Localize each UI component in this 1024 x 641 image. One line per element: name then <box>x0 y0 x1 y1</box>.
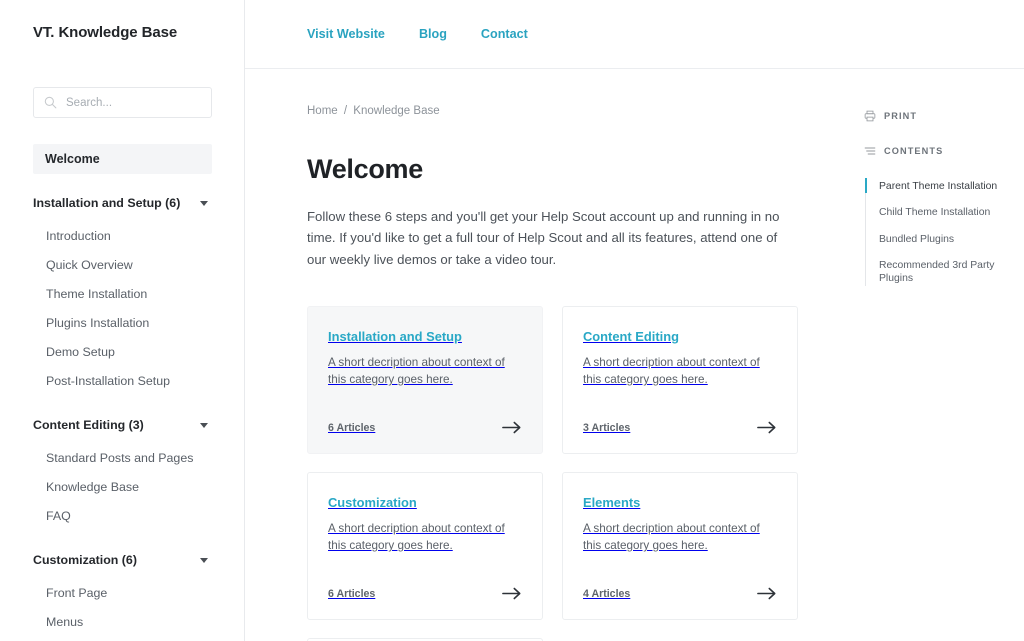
sidebar-group-label: Customization (6) <box>33 553 137 567</box>
chevron-down-icon[interactable] <box>200 557 208 563</box>
arrow-right-icon <box>502 421 521 434</box>
breadcrumb-current: Knowledge Base <box>353 105 440 117</box>
toc-item-recommended-3rd-party-plugins[interactable]: Recommended 3rd Party Plugins <box>866 259 1006 286</box>
body-area: Home / Knowledge Base Welcome Follow the… <box>245 69 1024 641</box>
sidebar-item-label: Welcome <box>45 152 100 166</box>
sidebar-item-front-page[interactable]: Front Page <box>0 579 244 608</box>
print-label: PRINT <box>884 111 918 121</box>
category-card-installation-and-setup[interactable]: Installation and Setup A short decriptio… <box>307 306 543 455</box>
chevron-down-icon[interactable] <box>200 422 208 428</box>
category-card-content-editing[interactable]: Content Editing A short decription about… <box>562 306 798 455</box>
search-container <box>33 87 212 118</box>
sidebar-group-label: Content Editing (3) <box>33 418 144 432</box>
sidebar-group-content-editing: Content Editing (3) Standard Posts and P… <box>0 418 244 531</box>
card-footer: 3 Articles <box>583 420 777 435</box>
sidebar-group-items: Front Page Menus Sidebars & Widgets Colo… <box>0 579 244 641</box>
sidebar-group-items: Standard Posts and Pages Knowledge Base … <box>0 444 244 531</box>
nav-link-blog[interactable]: Blog <box>419 27 447 41</box>
card-description: A short decription about context of this… <box>583 356 760 387</box>
category-card-grid: Installation and Setup A short decriptio… <box>307 306 802 641</box>
list-lines-icon <box>864 147 876 155</box>
sidebar-item-welcome[interactable]: Welcome <box>33 144 212 174</box>
contents-label: CONTENTS <box>884 146 944 156</box>
search-input[interactable] <box>66 96 201 109</box>
sidebar-group-header[interactable]: Customization (6) <box>0 553 244 567</box>
sidebar-item-theme-installation[interactable]: Theme Installation <box>0 280 244 309</box>
sidebar-item-plugins-installation[interactable]: Plugins Installation <box>0 309 244 338</box>
breadcrumb-home[interactable]: Home <box>307 105 338 117</box>
sidebar-item-menus[interactable]: Menus <box>0 608 244 637</box>
main-content: Home / Knowledge Base Welcome Follow the… <box>245 69 856 641</box>
sidebar-item-knowledge-base[interactable]: Knowledge Base <box>0 473 244 502</box>
card-article-count: 6 Articles <box>328 587 376 600</box>
card-description: A short decription about context of this… <box>583 522 760 553</box>
card-title: Customization <box>328 495 417 511</box>
nav-link-visit-website[interactable]: Visit Website <box>307 27 385 41</box>
category-card-elements[interactable]: Elements A short decription about contex… <box>562 472 798 621</box>
sidebar-group-items: Introduction Quick Overview Theme Instal… <box>0 222 244 396</box>
left-sidebar: VT. Knowledge Base Welcome Installation … <box>0 0 245 641</box>
arrow-right-icon <box>502 587 521 600</box>
content-column: Visit Website Blog Contact Home / Knowle… <box>245 0 1024 641</box>
toc-item-child-theme-installation[interactable]: Child Theme Installation <box>866 206 1006 219</box>
card-article-count: 6 Articles <box>328 421 376 434</box>
sidebar-item-quick-overview[interactable]: Quick Overview <box>0 251 244 280</box>
card-title: Elements <box>583 495 641 511</box>
card-description: A short decription about context of this… <box>328 356 505 387</box>
chevron-down-icon[interactable] <box>200 200 208 206</box>
sidebar-item-demo-setup[interactable]: Demo Setup <box>0 338 244 367</box>
arrow-right-icon <box>757 587 776 600</box>
sidebar-item-introduction[interactable]: Introduction <box>0 222 244 251</box>
contents-header: CONTENTS <box>856 145 1024 157</box>
sidebar-group-header[interactable]: Content Editing (3) <box>0 418 244 432</box>
sidebar-nav: Welcome Installation and Setup (6) Intro… <box>0 144 244 641</box>
toc-item-bundled-plugins[interactable]: Bundled Plugins <box>866 233 1006 246</box>
arrow-right-icon <box>757 421 776 434</box>
top-navigation-bar: Visit Website Blog Contact <box>245 0 1024 69</box>
sidebar-item-standard-posts-and-pages[interactable]: Standard Posts and Pages <box>0 444 244 473</box>
sidebar-group-header[interactable]: Installation and Setup (6) <box>0 196 244 210</box>
brand-title: VT. Knowledge Base <box>33 24 178 41</box>
printer-icon <box>864 110 876 122</box>
card-footer: 6 Articles <box>328 420 522 435</box>
toc-item-parent-theme-installation[interactable]: Parent Theme Installation <box>865 177 1006 194</box>
card-footer: 4 Articles <box>583 586 777 601</box>
card-article-count: 3 Articles <box>583 421 631 434</box>
breadcrumb: Home / Knowledge Base <box>307 105 856 117</box>
table-of-contents-panel: PRINT CONTENTS Parent Theme Installation… <box>856 69 1024 641</box>
card-article-count: 4 Articles <box>583 587 631 600</box>
sidebar-item-sidebars-and-widgets[interactable]: Sidebars & Widgets <box>0 637 244 641</box>
sidebar-item-faq[interactable]: FAQ <box>0 502 244 531</box>
app-root: VT. Knowledge Base Welcome Installation … <box>0 0 1024 641</box>
card-title: Installation and Setup <box>328 329 462 345</box>
print-button[interactable]: PRINT <box>856 110 1024 122</box>
page-intro-text: Follow these 6 steps and you'll get your… <box>307 209 780 267</box>
sidebar-item-post-installation-setup[interactable]: Post-Installation Setup <box>0 367 244 396</box>
search-icon <box>44 96 57 109</box>
search-box[interactable] <box>33 87 212 118</box>
nav-link-contact[interactable]: Contact <box>481 27 528 41</box>
sidebar-group-label: Installation and Setup (6) <box>33 196 181 210</box>
sidebar-group-customization: Customization (6) Front Page Menus Sideb… <box>0 553 244 641</box>
card-title: Content Editing <box>583 329 679 345</box>
card-footer: 6 Articles <box>328 586 522 601</box>
category-card-customization[interactable]: Customization A short decription about c… <box>307 472 543 621</box>
page-title: Welcome <box>307 154 423 184</box>
card-description: A short decription about context of this… <box>328 522 505 553</box>
breadcrumb-separator: / <box>343 105 348 117</box>
contents-list: Parent Theme Installation Child Theme In… <box>865 177 1024 286</box>
sidebar-group-installation-and-setup: Installation and Setup (6) Introduction … <box>0 196 244 396</box>
